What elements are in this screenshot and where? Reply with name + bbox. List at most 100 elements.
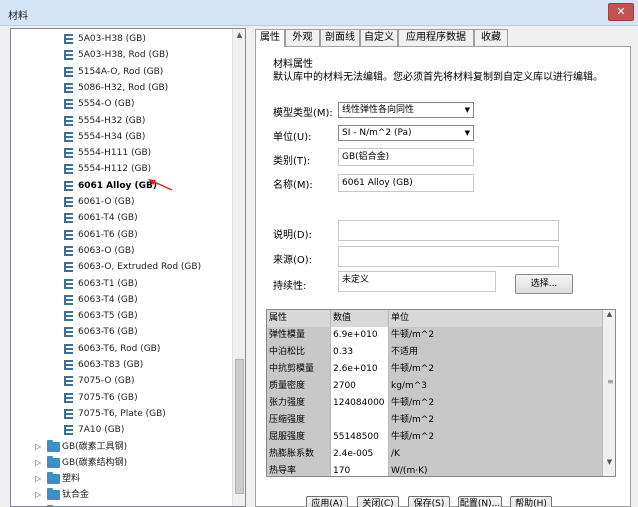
expand-icon[interactable]: ▷ (35, 455, 41, 471)
tree-item[interactable]: 6063-T6, Rod (GB) (11, 341, 233, 357)
tree-item[interactable]: 5A03-H38 (GB) (11, 31, 233, 47)
tree-item[interactable]: 5554-H111 (GB) (11, 145, 233, 161)
tab-application-data[interactable]: 应用程序数据 (398, 29, 474, 46)
tree-item[interactable]: 7A10 (GB) (11, 422, 233, 438)
tree-item[interactable]: 6063-T83 (GB) (11, 357, 233, 373)
tree-item[interactable]: 5554-H34 (GB) (11, 129, 233, 145)
tree-folder[interactable]: ▷ 钛合金 (11, 487, 233, 503)
tree-item-label: 6063-T4 (GB) (78, 294, 138, 305)
close-dialog-button[interactable]: 关闭(C) (357, 496, 399, 507)
category-field: GB(铝合金) (338, 148, 474, 166)
tree-item[interactable]: 7075-O (GB) (11, 373, 233, 389)
source-label: 来源(O): (273, 255, 313, 266)
tree-folder[interactable]: ▷ GB(碳素结构钢) (11, 455, 233, 471)
tree-item[interactable]: 6061-O (GB) (11, 194, 233, 210)
tree-item-label: 塑料 (62, 474, 81, 485)
notice-text: 默认库中的材料无法编辑。您必须首先将材料复制到自定义库以进行编辑。 (273, 72, 603, 83)
tree-item-label: 5554-H32 (GB) (78, 115, 146, 126)
property-value: 0.33 (331, 344, 389, 361)
property-value: 124084000 (331, 395, 389, 412)
tree-item[interactable]: 5554-O (GB) (11, 96, 233, 112)
material-tree[interactable]: ▲ 5A03-H38 (GB) 5A03-H38, Rod (GB) 5154A-O… (10, 28, 246, 507)
tree-item[interactable]: 6063-T1 (GB) (11, 276, 233, 292)
material-icon (64, 34, 73, 44)
tree-folder[interactable]: ▷ GB(碳素工具钢) (11, 439, 233, 455)
name-label: 名称(M): (273, 180, 313, 191)
expand-icon[interactable]: ▷ (35, 487, 41, 503)
material-icon (64, 278, 73, 289)
category-label: 类别(T): (273, 156, 311, 167)
annotation-arrow-icon (148, 179, 173, 191)
tree-item[interactable]: 6063-T4 (GB) (11, 292, 233, 308)
property-name: 热膨胀系数 (267, 446, 331, 463)
tree-item[interactable]: 6063-T5 (GB) (11, 308, 233, 324)
material-icon (64, 99, 73, 110)
tree-item[interactable]: 5086-H32, Rod (GB) (11, 80, 233, 96)
tree-item[interactable]: 5154A-O, Rod (GB) (11, 64, 233, 80)
title-bar: 材料 ✕ (0, 0, 638, 26)
tree-item[interactable]: 6063-O, Extruded Rod (GB) (11, 259, 233, 275)
tab-crosshatch[interactable]: 剖面线 (320, 29, 360, 46)
property-value: 55148500 (331, 429, 389, 446)
tree-item-label: 7075-T6 (GB) (78, 392, 138, 403)
tab-properties[interactable]: 属性 (255, 29, 285, 47)
units-label: 单位(U): (273, 132, 312, 143)
tree-item-label: 6063-T5 (GB) (78, 311, 138, 322)
property-name: 弹性模量 (267, 327, 331, 344)
select-button[interactable]: 选择... (515, 274, 573, 294)
table-header: 属性 数值 单位 (267, 310, 603, 327)
material-icon (64, 408, 73, 419)
properties-panel: 材料属性 默认库中的材料无法编辑。您必须首先将材料复制到自定义库以进行编辑。 模… (255, 46, 631, 507)
scroll-up-icon[interactable]: ▲ (603, 310, 615, 318)
material-icon (64, 148, 73, 159)
help-button[interactable]: 帮助(H) (510, 496, 552, 507)
tab-appearance[interactable]: 外观 (285, 29, 320, 46)
tree-item-label: GB(碳素工具钢) (62, 441, 128, 452)
tree-scrollbar[interactable]: ▲ (232, 29, 245, 506)
property-unit: 牛顿/m^2 (389, 361, 603, 378)
scroll-grip-icon[interactable]: ≡ (607, 377, 614, 386)
tree-item[interactable]: 6061-T4 (GB) (11, 210, 233, 226)
property-name: 热导率 (267, 463, 331, 476)
table-row: 弹性模量 6.9e+010 牛顿/m^2 (267, 327, 603, 344)
tree-item[interactable]: 6061 Alloy (GB) (11, 178, 233, 194)
config-button[interactable]: 配置(N)... (458, 496, 502, 507)
scroll-up-icon[interactable]: ▲ (233, 29, 245, 42)
scroll-thumb[interactable] (235, 359, 244, 494)
description-label: 说明(D): (273, 230, 312, 241)
expand-icon[interactable]: ▷ (35, 439, 41, 455)
tree-item-label: 6063-T6 (GB) (78, 327, 138, 338)
tree-item-label: 6061-O (GB) (78, 197, 135, 207)
chevron-down-icon: ▼ (464, 106, 470, 114)
tree-item[interactable]: 6063-T6 (GB) (11, 324, 233, 340)
source-field (338, 246, 559, 267)
property-name: 屈服强度 (267, 429, 331, 446)
tab-custom[interactable]: 自定义 (360, 29, 398, 46)
folder-icon (47, 472, 60, 485)
property-value: 170 (331, 463, 389, 476)
tree-item[interactable]: 7075-T6 (GB) (11, 390, 233, 406)
table-row: 压缩强度 牛顿/m^2 (267, 412, 603, 429)
tree-item[interactable]: 5554-H32 (GB) (11, 113, 233, 129)
expand-icon[interactable]: ▷ (35, 471, 41, 487)
tab-favorites[interactable]: 收藏 (474, 29, 508, 46)
tree-item[interactable]: 6061-T6 (GB) (11, 227, 233, 243)
tree-item[interactable]: 5554-H112 (GB) (11, 161, 233, 177)
tree-item-label: 7075-O (GB) (78, 376, 135, 387)
table-scrollbar[interactable]: ▲ ≡ ▼ (602, 310, 615, 476)
property-unit: 不适用 (389, 344, 603, 361)
tree-item-label: 5086-H32, Rod (GB) (78, 82, 169, 93)
tree-folder[interactable]: ▷ 塑料 (11, 471, 233, 487)
tree-item[interactable]: 5A03-H38, Rod (GB) (11, 47, 233, 63)
name-field: 6061 Alloy (GB) (338, 174, 474, 192)
tree-item[interactable]: 7075-T6, Plate (GB) (11, 406, 233, 422)
tree-item[interactable]: 6063-O (GB) (11, 243, 233, 259)
model-type-select[interactable]: 线性弹性各向同性 ▼ (338, 102, 474, 118)
units-select[interactable]: SI - N/m^2 (Pa) ▼ (338, 125, 474, 141)
scroll-down-icon[interactable]: ▼ (603, 458, 615, 466)
close-button[interactable]: ✕ (608, 3, 634, 21)
save-button[interactable]: 保存(S) (408, 496, 450, 507)
tree-item-label: 5554-H34 (GB) (78, 131, 146, 142)
apply-button[interactable]: 应用(A) (306, 496, 348, 507)
chevron-down-icon: ▼ (464, 129, 470, 137)
